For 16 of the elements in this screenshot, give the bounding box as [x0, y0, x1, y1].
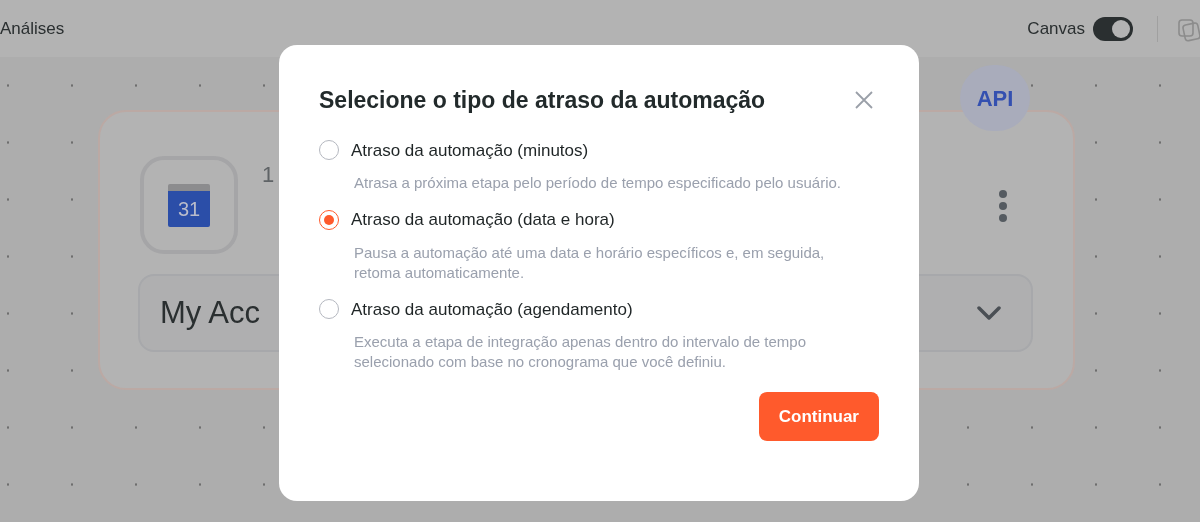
more-icon[interactable]: [998, 189, 1008, 223]
option-description: Atrasa a próxima etapa pelo período de tempo especificado pelo usuário.: [354, 173, 842, 193]
calendar-icon: 31: [168, 183, 210, 227]
option-description: Pausa a automação até uma data e horário específicos e, em seguida, retoma automaticamente.: [354, 242, 826, 283]
close-icon[interactable]: [855, 91, 873, 110]
canvas-label: Canvas: [1027, 17, 1085, 40]
api-badge: API: [960, 65, 1030, 131]
radio-option[interactable]: Atraso da automação (minutos): [319, 137, 879, 163]
canvas-toggle[interactable]: [1093, 16, 1133, 41]
option-description: Executa a etapa de integração apenas dentro do intervalo de tempo selecionado com base no cronograma que você definiu.: [354, 332, 807, 372]
radio-option[interactable]: Atraso da automação (agendamento): [319, 296, 879, 322]
nav-tab[interactable]: Análises: [0, 15, 65, 42]
radio-option[interactable]: Atraso da automação (data e hora): [319, 207, 879, 233]
step-number: 1: [262, 161, 275, 189]
dialog-title: Selecione o tipo de atraso da automação: [319, 86, 766, 115]
chevron-down-icon: [977, 306, 1001, 320]
